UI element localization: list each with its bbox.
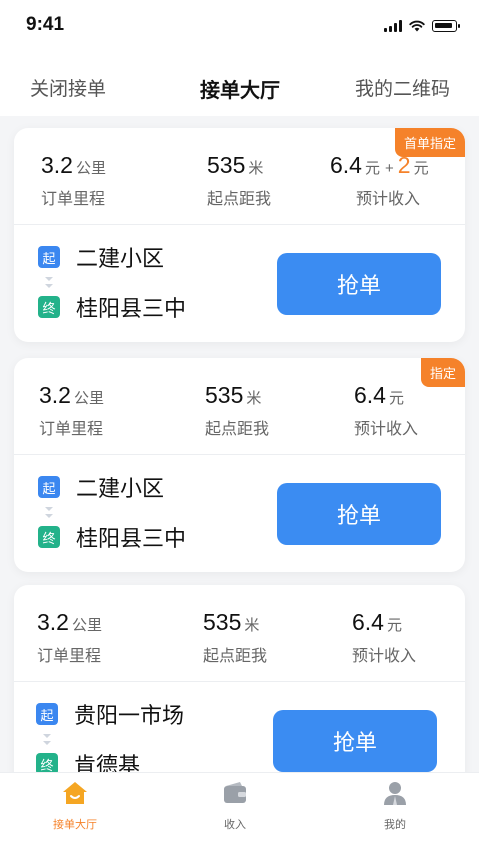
tab-label: 接单大厅 [53,819,97,831]
order-card: 指定 3.2 公里 订单里程 535 米 起点距我 6.4 元 预计收入 起 二建小区… [14,358,465,572]
pickup-value: 535 [207,152,246,178]
income-unit: 元 [388,390,404,407]
income-plus: + [385,160,394,177]
tab-mine[interactable]: 我的 [350,781,440,832]
status-icons [384,20,460,32]
income-unit: 元 [364,160,380,177]
distance-unit: 公里 [71,617,102,634]
grab-order-button[interactable]: 抢单 [277,483,441,545]
route: 起 二建小区 终 桂阳县三中 [38,242,186,322]
distance-value: 3.2 [41,152,73,178]
route-dots-icon [38,502,60,522]
pickup-label: 起点距我 [207,191,272,208]
tab-income[interactable]: 收入 [190,781,280,832]
end-place: 桂阳县三中 [76,526,187,551]
order-distance: 3.2 公里 订单里程 [41,152,106,209]
distance-value: 3.2 [37,609,69,635]
end-badge: 终 [38,526,60,548]
route-end: 终 桂阳县三中 [38,522,186,552]
status-time: 9:41 [26,14,65,35]
pickup-label: 起点距我 [205,421,270,438]
grab-order-button[interactable]: 抢单 [273,710,437,772]
route-dots-icon [38,272,60,292]
income-label: 预计收入 [356,191,421,208]
pickup-unit: 米 [246,390,262,407]
pickup-value: 535 [205,382,244,408]
distance-label: 订单里程 [41,191,106,208]
end-place: 桂阳县三中 [76,296,187,321]
pickup-unit: 米 [244,617,260,634]
tab-label: 我的 [384,819,406,831]
order-stats: 3.2 公里 订单里程 535 米 起点距我 6.4 元 预计收入 [14,358,465,455]
start-badge: 起 [38,246,60,268]
order-distance: 3.2 公里 订单里程 [37,609,102,666]
route-end: 终 桂阳县三中 [38,292,186,322]
route-start: 起 二建小区 [38,242,186,272]
order-hall-title[interactable]: 接单大厅 [200,74,280,103]
order-card: 3.2 公里 订单里程 535 米 起点距我 6.4 元 预计收入 起 贵阳一市场 终… [14,585,465,799]
battery-icon [432,20,460,32]
start-place: 贵阳一市场 [74,703,185,728]
estimated-income: 6.4 元 预计收入 [352,609,416,666]
route-start: 起 二建小区 [38,472,186,502]
wallet-icon [224,782,246,803]
start-badge: 起 [38,476,60,498]
top-nav: 关闭接单 接单大厅 我的二维码 [0,52,479,116]
income-bonus: 2 [397,152,411,178]
distance-value: 3.2 [39,382,71,408]
income-label: 预计收入 [352,648,417,665]
distance-label: 订单里程 [37,648,102,665]
pickup-distance: 535 米 起点距我 [205,382,269,439]
wifi-icon [409,20,425,32]
income-value: 6.4 [330,152,362,178]
start-badge: 起 [36,703,58,725]
pickup-distance: 535 米 起点距我 [203,609,267,666]
order-card: 首单指定 3.2 公里 订单里程 535 米 起点距我 6.4 元 +2 元 预计收入 起… [14,128,465,342]
my-qrcode-button[interactable]: 我的二维码 [355,74,450,101]
start-place: 二建小区 [76,476,165,501]
order-stats: 3.2 公里 订单里程 535 米 起点距我 6.4 元 预计收入 [14,585,465,682]
signal-icon [384,20,402,32]
start-place: 二建小区 [76,246,165,271]
estimated-income: 6.4 元 +2 元 预计收入 [330,152,429,209]
route-start: 起 贵阳一市场 [36,699,184,729]
pickup-label: 起点距我 [203,648,268,665]
order-stats: 3.2 公里 订单里程 535 米 起点距我 6.4 元 +2 元 预计收入 [14,128,465,225]
tab-label: 收入 [224,819,246,831]
income-value: 6.4 [352,609,384,635]
tab-order-hall[interactable]: 接单大厅 [30,781,120,832]
route: 起 二建小区 终 桂阳县三中 [38,472,186,552]
end-badge: 终 [38,296,60,318]
estimated-income: 6.4 元 预计收入 [354,382,418,439]
distance-unit: 公里 [75,160,106,177]
grab-order-button[interactable]: 抢单 [277,253,441,315]
pickup-unit: 米 [248,160,264,177]
route-dots-icon [36,729,58,749]
bonus-unit: 元 [413,160,429,177]
tab-bar: 接单大厅 收入 我的 [0,772,479,853]
pickup-value: 535 [203,609,242,635]
income-label: 预计收入 [354,421,419,438]
route: 起 贵阳一市场 终 肯德基 [36,699,184,779]
home-icon [63,782,87,804]
user-icon [384,782,406,805]
status-bar: 9:41 [0,0,479,52]
income-unit: 元 [386,617,402,634]
pickup-distance: 535 米 起点距我 [207,152,271,209]
close-orders-button[interactable]: 关闭接单 [30,74,106,101]
distance-unit: 公里 [73,390,104,407]
income-value: 6.4 [354,382,386,408]
distance-label: 订单里程 [39,421,104,438]
order-distance: 3.2 公里 订单里程 [39,382,104,439]
